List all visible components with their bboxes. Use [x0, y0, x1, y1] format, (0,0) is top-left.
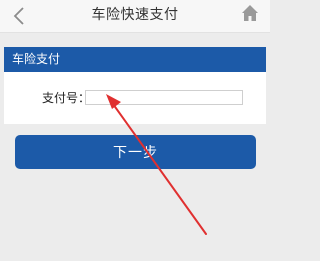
home-icon	[242, 5, 258, 21]
next-step-button[interactable]: 下一步	[15, 135, 256, 169]
top-nav-bar: 车险快速支付	[0, 0, 270, 33]
annotation-arrow	[106, 94, 207, 235]
section-header-car-insurance-payment: 车险支付	[4, 47, 266, 72]
payment-number-label: 支付号：	[42, 91, 91, 105]
home-button[interactable]	[236, 0, 264, 32]
payment-form: 支付号：	[4, 72, 266, 124]
payment-number-input[interactable]	[85, 90, 243, 105]
page-title: 车险快速支付	[91, 7, 179, 23]
